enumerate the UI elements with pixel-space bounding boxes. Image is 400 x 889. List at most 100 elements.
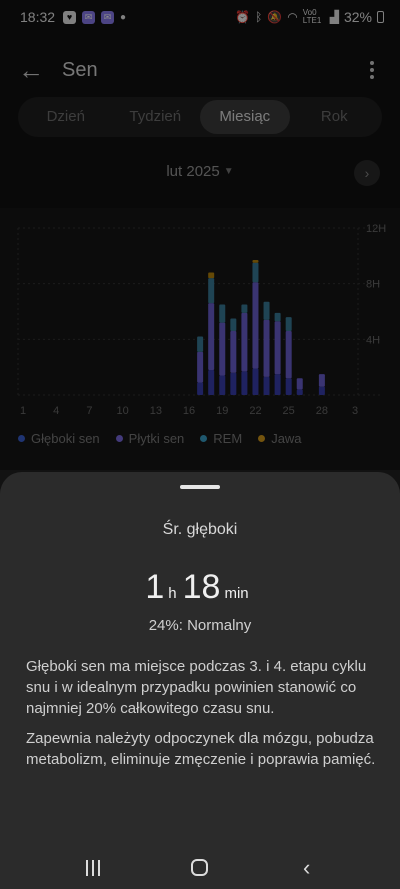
detail-bottom-sheet: Śr. głęboki 1 h 18 min 24%: Normalny Głębok…	[0, 472, 400, 889]
x-tick-label: 1	[20, 405, 26, 417]
messenger-icon: ✉	[101, 10, 115, 24]
notification-app-icon: ♥	[63, 10, 77, 24]
description-paragraph-2: Zapewnia należyty odpoczynek dla mózgu, …	[26, 730, 376, 768]
x-tick-label: 7	[86, 405, 92, 417]
legend-dot	[18, 435, 25, 442]
bar-segment	[318, 374, 325, 387]
recents-button[interactable]	[73, 853, 113, 883]
caret-down-icon: ▼	[223, 166, 234, 177]
y-tick-label: 8H	[366, 279, 380, 291]
back-arrow-icon[interactable]: ←	[18, 57, 48, 83]
network-label: Vo0 LTE1	[302, 8, 322, 25]
x-tick-label: 25	[283, 405, 295, 417]
status-right: ⏰ ᛒ 🔕 ◠ Vo0 LTE1 ▟ 32%	[235, 9, 384, 25]
period-tabs: Dzień Tydzień Miesiąc Rok	[18, 97, 382, 137]
bar-segment	[263, 319, 270, 377]
bar-segment	[263, 301, 270, 320]
bar-segment	[219, 375, 226, 395]
bar-segment	[208, 272, 215, 279]
sheet-drag-handle[interactable]	[180, 485, 220, 489]
alarm-icon: ⏰	[235, 10, 251, 24]
next-month-button[interactable]: ›	[354, 160, 380, 186]
bar-segment	[252, 282, 259, 369]
bar-segment	[252, 262, 259, 283]
mute-icon: 🔕	[267, 10, 283, 24]
status-time: 18:32	[20, 9, 56, 25]
x-tick-label: 28	[316, 405, 328, 417]
chevron-right-icon: ›	[364, 165, 370, 181]
month-label: lut 2025	[166, 163, 220, 180]
legend-dot	[115, 435, 123, 442]
x-tick-label: 10	[117, 405, 129, 417]
legend-label: Płytki sen	[128, 431, 185, 446]
more-options-icon[interactable]	[362, 61, 382, 79]
description-paragraph-1: Głęboki sen ma miejsce podczas 3. i 4. e…	[26, 658, 367, 717]
bar-segment	[285, 330, 292, 379]
bar-segment	[208, 369, 215, 395]
legend-item-rem: REM	[200, 431, 242, 446]
legend-label: Jawa	[271, 431, 302, 446]
x-tick-label: 13	[150, 405, 162, 417]
sleep-chart: 12H 8H 4H 1 4 7 10 13 16 19 22 25 28 3 Głęboki sen Pł…	[0, 208, 400, 470]
duration-minutes-unit: min	[224, 585, 249, 602]
bar-segment	[241, 304, 248, 313]
duration-hours: 1	[145, 568, 165, 606]
duration-hours-unit: h	[168, 585, 177, 602]
bluetooth-icon: ᛒ	[255, 10, 263, 24]
bar-segment	[241, 371, 248, 395]
sheet-title: Śr. głęboki	[162, 521, 238, 538]
y-tick-label: 4H	[366, 334, 380, 346]
bar-segment	[263, 376, 270, 395]
month-selector: lut 2025 ▼ ›	[0, 158, 400, 188]
bar-segment	[318, 386, 325, 395]
signal-icon: ▟	[329, 10, 339, 24]
bar-segment	[230, 330, 237, 373]
home-button[interactable]	[180, 853, 220, 883]
bar-segment	[252, 260, 259, 263]
system-navigation-bar: ‹	[0, 846, 400, 889]
tab-week[interactable]: Tydzień	[111, 100, 201, 134]
battery-icon	[377, 11, 384, 23]
month-picker[interactable]: lut 2025 ▼	[0, 163, 400, 180]
bar-segment	[219, 304, 226, 323]
bar-segment	[219, 322, 226, 376]
more-notifications-dot: ●	[120, 11, 127, 23]
wifi-icon: ◠	[287, 10, 298, 24]
chart-legend: Głęboki sen Płytki sen REM Jawa	[18, 431, 302, 446]
deep-sleep-duration: 1 h 18 min	[0, 568, 400, 607]
sleep-chart-svg: 12H 8H 4H 1 4 7 10 13 16 19 22 25 28 3	[17, 223, 386, 417]
duration-minutes: 18	[182, 568, 221, 606]
home-icon	[191, 859, 209, 876]
messenger-icon: ✉	[82, 10, 96, 24]
bar-segment	[274, 312, 281, 322]
bar-segment	[197, 351, 204, 383]
bar-segment	[230, 372, 237, 395]
battery-percent: 32%	[343, 9, 372, 25]
status-bar: 18:32 ♥ ✉ ✉ ● ⏰ ᛒ 🔕 ◠ Vo0 LTE1 ▟ 32%	[0, 0, 400, 34]
x-tick-label: 3	[352, 405, 358, 417]
bar-segment	[285, 317, 292, 331]
back-button[interactable]: ‹	[287, 853, 327, 883]
x-tick-label: 4	[53, 405, 59, 417]
legend-label: REM	[213, 431, 243, 446]
legend-item-awake: Jawa	[258, 431, 302, 446]
bar-segment	[296, 389, 303, 395]
bar-segment	[208, 278, 215, 304]
tab-year[interactable]: Rok	[290, 100, 380, 134]
bar-segment	[252, 368, 259, 395]
bar-segment	[197, 382, 204, 395]
app-bar: ← Sen	[0, 48, 400, 92]
legend-item-light: Płytki sen	[115, 431, 185, 446]
tab-day[interactable]: Dzień	[21, 100, 111, 134]
x-tick-label: 16	[183, 405, 195, 417]
x-tick-label: 22	[249, 405, 261, 417]
back-chevron-icon: ‹	[302, 854, 311, 880]
tab-month[interactable]: Miesiąc	[200, 100, 290, 134]
page-title: Sen	[62, 58, 98, 81]
legend-dot	[200, 435, 208, 442]
x-tick-label: 19	[216, 405, 228, 417]
bar-segment	[241, 312, 248, 372]
y-tick-label: 12H	[366, 223, 386, 235]
bar-segment	[208, 303, 215, 370]
bar-segment	[274, 321, 281, 375]
